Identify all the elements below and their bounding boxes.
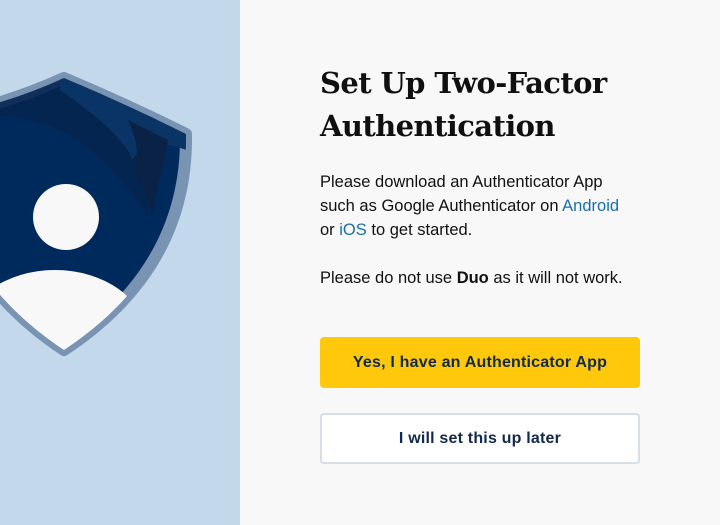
ios-link[interactable]: iOS <box>339 221 367 239</box>
android-link[interactable]: Android <box>562 197 619 215</box>
instructions-text: Please download an Authenticator App suc… <box>320 170 640 242</box>
have-authenticator-button[interactable]: Yes, I have an Authenticator App <box>320 337 640 388</box>
warning-prefix: Please do not use <box>320 269 457 287</box>
warning-duo-bold: Duo <box>456 269 489 287</box>
duo-warning-text: Please do not use Duo as it will not wor… <box>320 266 640 290</box>
page-title: Set Up Two-Factor Authentication <box>320 62 640 148</box>
instructions-line-3-suffix: to get started. <box>366 221 473 239</box>
left-illustration-panel <box>0 0 240 525</box>
shield-user-icon <box>0 72 193 356</box>
instructions-line-1: Please download an Authenticator App <box>320 173 603 191</box>
warning-suffix: as it will not work. <box>488 269 623 287</box>
instructions-line-3-prefix: or <box>320 221 340 239</box>
setup-later-button[interactable]: I will set this up later <box>320 413 640 464</box>
title-line-1: Set Up Two-Factor <box>320 66 607 100</box>
instructions-line-2-prefix: such as Google Authenticator on <box>320 197 563 215</box>
main-content: Set Up Two-Factor Authentication Please … <box>320 62 640 290</box>
title-line-2: Authentication <box>320 109 556 143</box>
